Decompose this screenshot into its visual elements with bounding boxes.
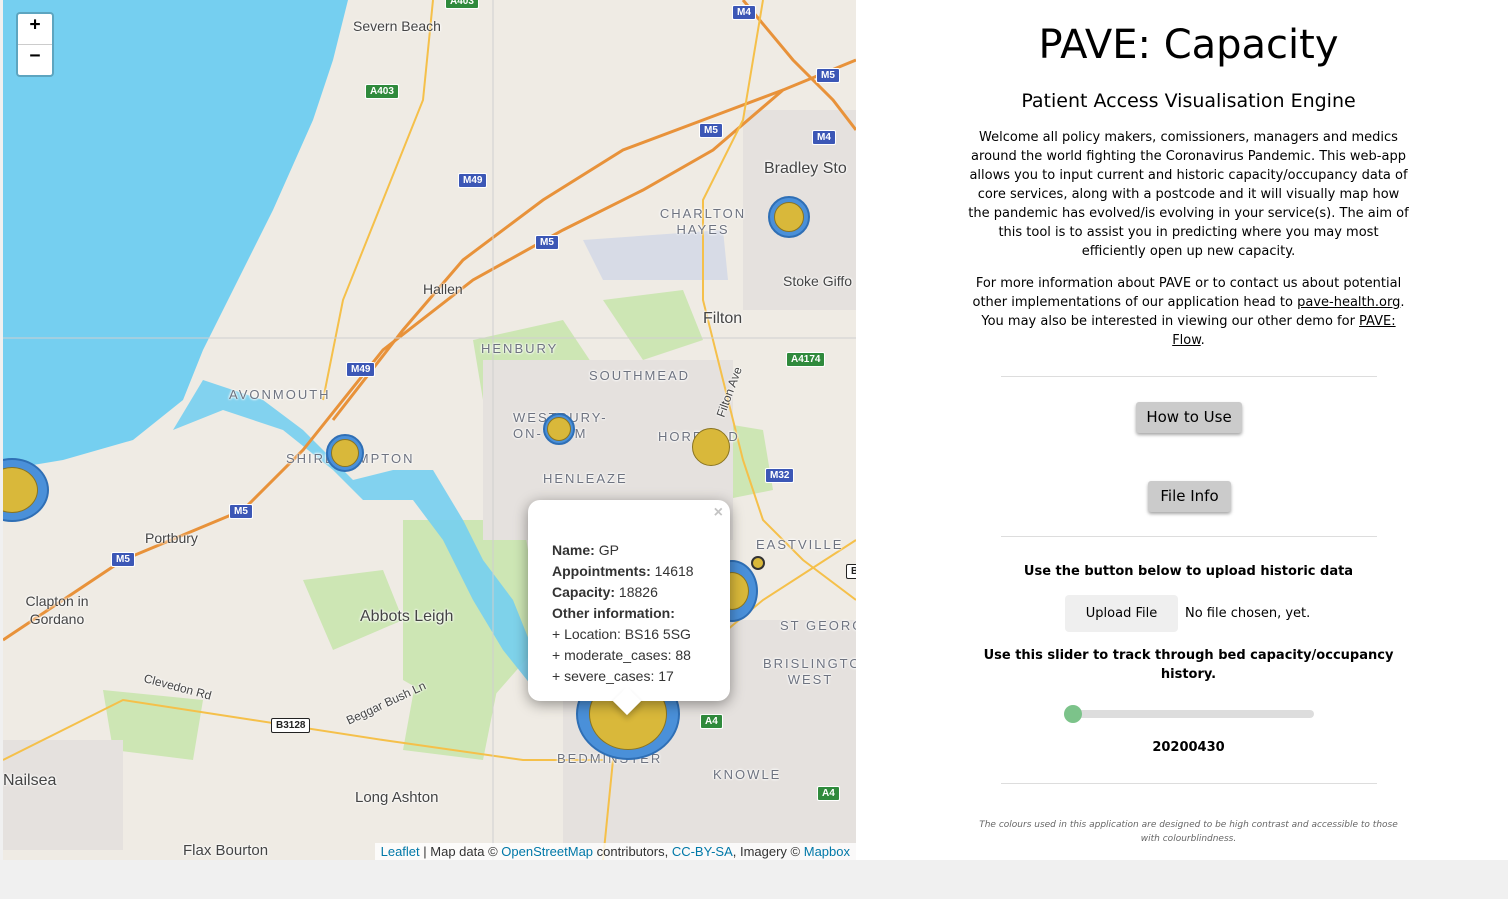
popup-moderate-cases: + moderate_cases: 88: [552, 647, 691, 663]
divider: [1001, 376, 1377, 377]
divider: [1001, 536, 1377, 537]
more-info-paragraph: For more information about PAVE or to co…: [966, 274, 1411, 350]
how-to-use-button[interactable]: How to Use: [1136, 402, 1242, 433]
road-shield-a403: A403: [365, 84, 399, 99]
slider-thumb[interactable]: [1064, 705, 1082, 723]
popup-name-label: Name:: [552, 542, 595, 558]
map-attribution: Leaflet | Map data © OpenStreetMap contr…: [374, 843, 856, 860]
file-status: No file chosen, yet.: [1185, 606, 1311, 621]
popup-location: + Location: BS16 5SG: [552, 626, 691, 642]
place-charlton-hayes: CHARLTON HAYES: [659, 206, 747, 237]
map-marker[interactable]: [692, 428, 730, 466]
place-knowle: KNOWLE: [713, 767, 782, 782]
place-long-ashton: Long Ashton: [355, 789, 439, 806]
road-shield-m32: M32: [765, 468, 795, 483]
intro-paragraph: Welcome all policy makers, comissioners,…: [968, 130, 1409, 259]
place-portbury: Portbury: [145, 530, 198, 546]
popup-content: Name: GP Appointments: 14618 Capacity: 1…: [552, 540, 694, 687]
place-filton: Filton: [703, 310, 743, 327]
place-nailsea: Nailsea: [3, 772, 57, 789]
place-clapton-in-gordano: Clapton in Gordano: [25, 593, 89, 627]
road-shield-a4: A4: [700, 714, 723, 729]
place-southmead: SOUTHMEAD: [589, 368, 691, 383]
place-bradley-stoke: Bradley Sto: [764, 160, 847, 177]
map-marker[interactable]: [768, 196, 810, 238]
map-marker[interactable]: [751, 556, 765, 570]
zoom-in-button[interactable]: +: [18, 14, 52, 44]
place-hallen: Hallen: [423, 281, 463, 297]
upload-label: Use the button below to upload historic …: [1023, 564, 1354, 579]
pave-health-link[interactable]: pave-health.org: [1297, 295, 1400, 310]
slider-date: 20200430: [1152, 740, 1225, 755]
cc-by-sa-link[interactable]: CC-BY-SA: [672, 844, 733, 859]
popup-capacity-label: Capacity:: [552, 584, 616, 600]
road-shield-m49: M49: [346, 362, 376, 377]
road-shield-b: B: [846, 564, 856, 579]
more-info-text: .: [1200, 333, 1205, 348]
place-flax-bourton: Flax Bourton: [183, 842, 269, 859]
road-shield-m5: M5: [816, 68, 840, 83]
place-eastville: EASTVILLE: [756, 537, 844, 552]
attribution-text: , Imagery ©: [732, 844, 804, 859]
map[interactable]: + − Severn Beach Hallen AVONMOUTH SHIREH…: [3, 0, 856, 860]
page-title: PAVE: Capacity: [1038, 22, 1339, 68]
place-henbury: HENBURY: [481, 341, 559, 356]
map-marker[interactable]: [326, 434, 364, 472]
road-shield-m4: M4: [732, 5, 756, 20]
place-st-george: ST GEORG: [780, 618, 856, 633]
attribution-text: | Map data ©: [419, 844, 502, 859]
place-severn-beach: Severn Beach: [353, 18, 441, 34]
road-shield-m5: M5: [535, 235, 559, 250]
road-shield-a403-top: A403: [445, 0, 479, 9]
place-brislington-west: BRISLINGTO WEST: [763, 656, 856, 687]
popup-other-label: Other information:: [552, 605, 675, 621]
road-shield-m5: M5: [229, 504, 253, 519]
place-avonmouth: AVONMOUTH: [229, 387, 331, 402]
leaflet-link[interactable]: Leaflet: [381, 844, 420, 859]
file-info-button[interactable]: File Info: [1148, 481, 1231, 512]
marker-popup: × Name: GP Appointments: 14618 Capacity:…: [528, 500, 730, 716]
road-shield-m49: M49: [458, 173, 488, 188]
divider: [1001, 783, 1377, 784]
place-henleaze: HENLEAZE: [543, 471, 628, 486]
openstreetmap-link[interactable]: OpenStreetMap: [501, 844, 593, 859]
road-shield-m5: M5: [699, 123, 723, 138]
road-shield-a4174: A4174: [786, 352, 826, 367]
history-slider[interactable]: [1064, 705, 1314, 723]
upload-file-button[interactable]: Upload File: [1065, 595, 1178, 632]
map-marker[interactable]: [543, 413, 575, 445]
slider-label: Use this slider to track through bed cap…: [983, 648, 1394, 682]
place-stoke-gifford: Stoke Giffo: [783, 273, 853, 289]
popup-close-button[interactable]: ×: [714, 504, 723, 522]
road-shield-b3128: B3128: [271, 718, 311, 733]
zoom-control: + −: [16, 12, 54, 77]
popup-appointments-label: Appointments:: [552, 563, 651, 579]
popup-capacity-value: 18826: [618, 584, 658, 600]
road-shield-m4: M4: [812, 130, 836, 145]
popup-severe-cases: + severe_cases: 17: [552, 668, 674, 684]
road-shield-m5: M5: [111, 552, 135, 567]
attribution-text: contributors,: [593, 844, 672, 859]
road-shield-a4: A4: [817, 786, 840, 801]
mapbox-link[interactable]: Mapbox: [804, 844, 850, 859]
popup-name-value: GP: [598, 542, 619, 558]
zoom-out-button[interactable]: −: [18, 44, 52, 75]
info-panel: PAVE: Capacity Patient Access Visualisat…: [856, 0, 1508, 860]
page-subtitle: Patient Access Visualisation Engine: [1021, 90, 1356, 112]
accessibility-note: The colours used in this application are…: [979, 820, 1398, 844]
place-abbots-leigh: Abbots Leigh: [360, 608, 454, 625]
popup-appointments-value: 14618: [654, 563, 694, 579]
